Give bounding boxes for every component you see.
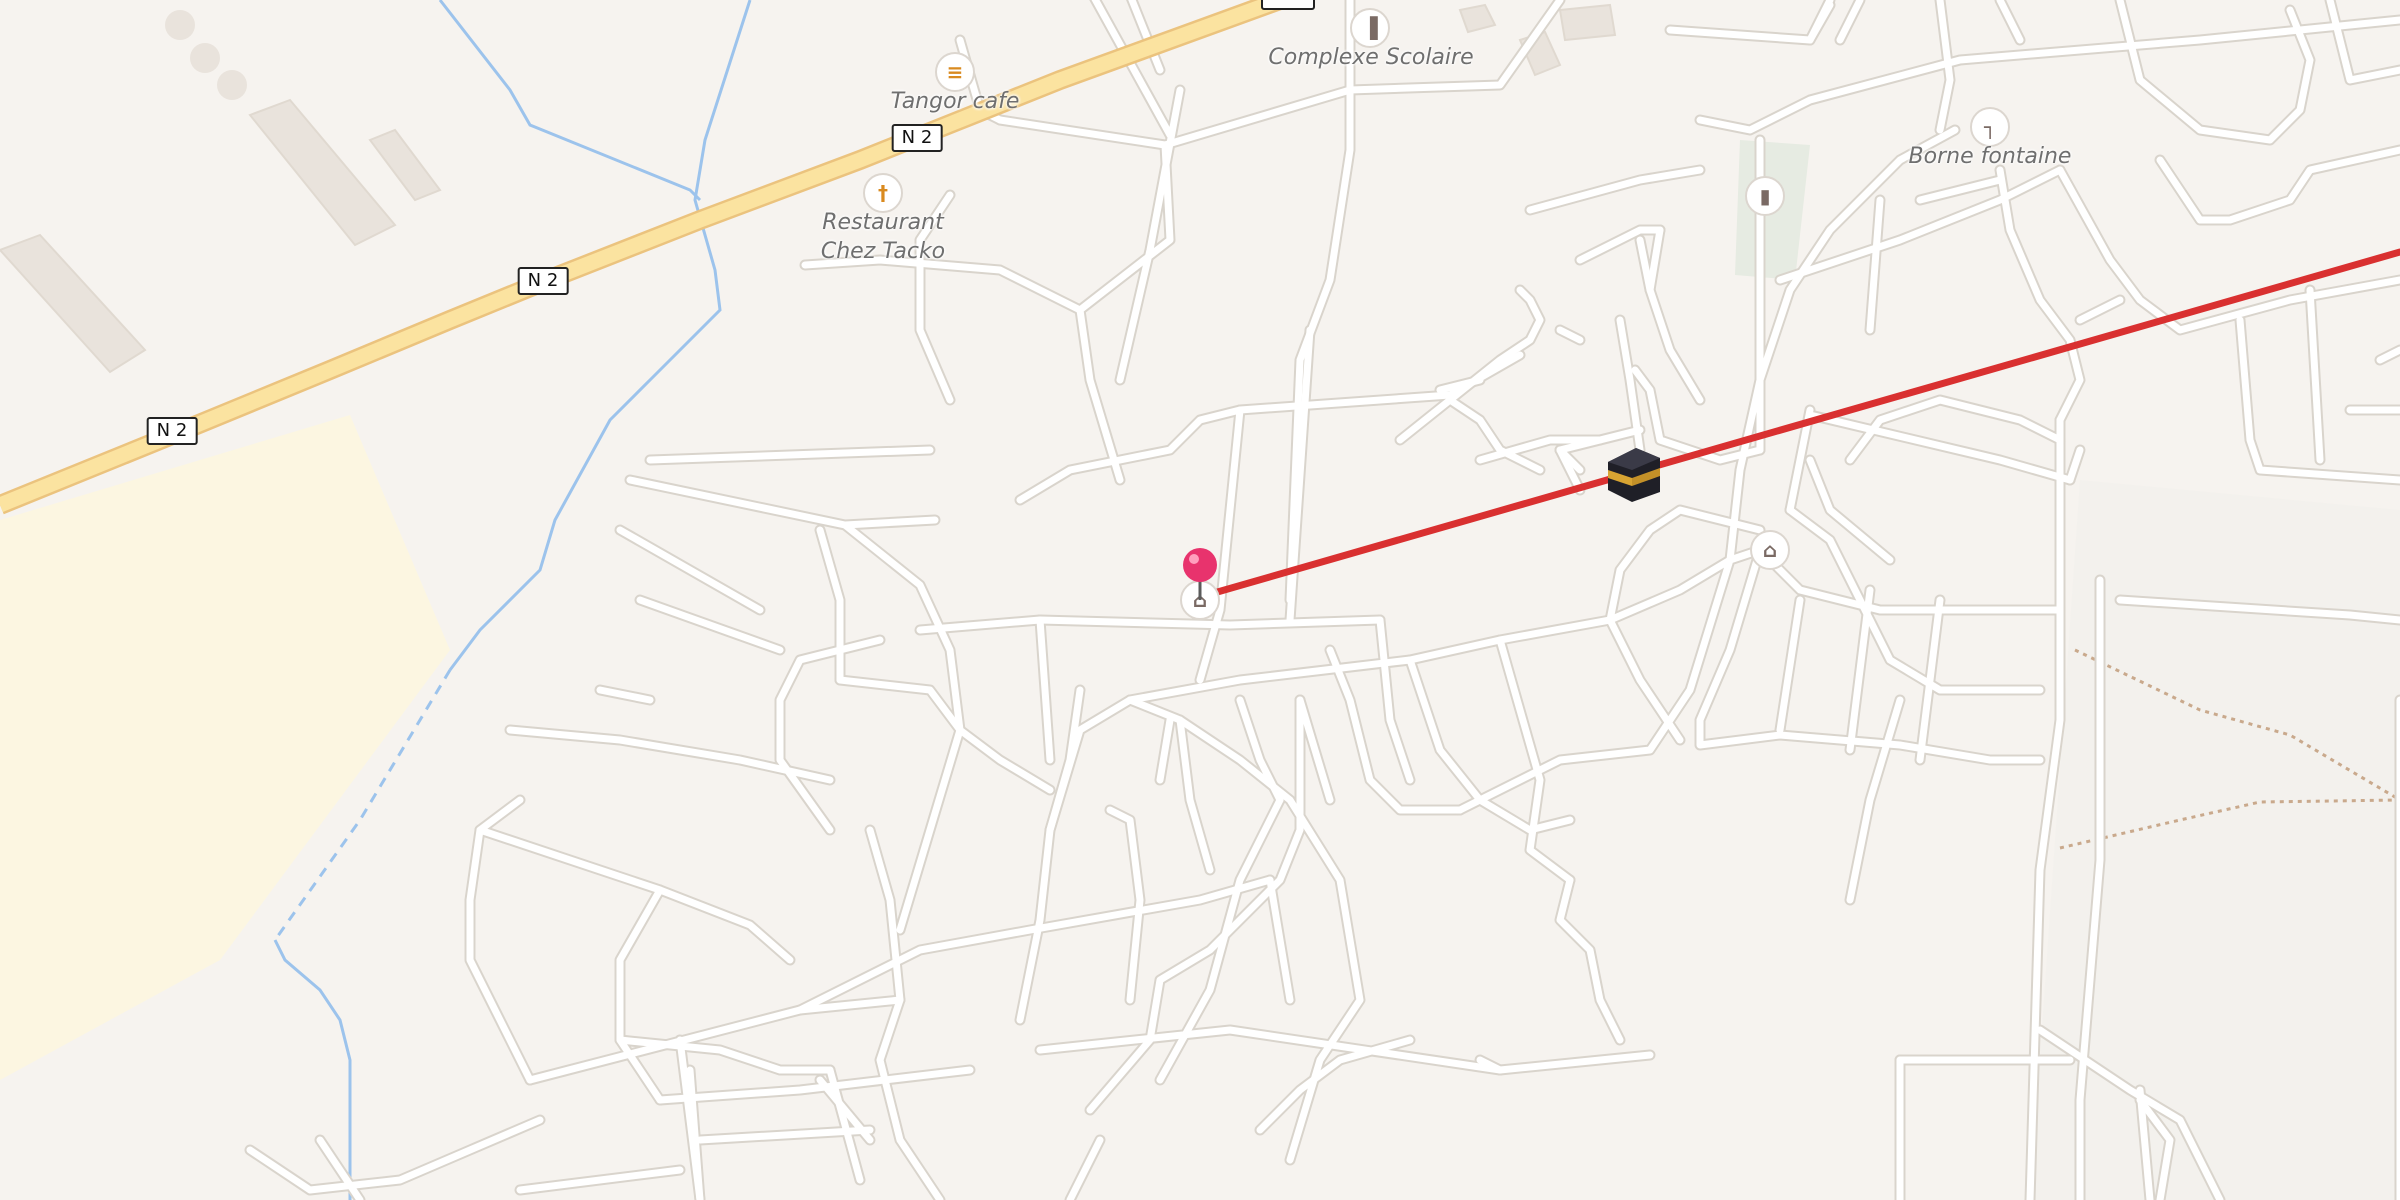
storage-tank: [217, 70, 247, 100]
storage-tank: [165, 10, 195, 40]
road-shield-partial: [1261, 0, 1315, 10]
street: [896, 726, 964, 934]
street: [2116, 0, 2314, 144]
street: [516, 1166, 684, 1194]
street: [2066, 446, 2084, 484]
kaaba-icon[interactable]: [1608, 448, 1660, 502]
street: [616, 886, 664, 1104]
building: [368, 128, 442, 202]
street: [2114, 0, 2316, 146]
street: [1606, 506, 1764, 624]
svg-text:†: †: [878, 181, 888, 205]
svg-text:⌂: ⌂: [1763, 538, 1777, 562]
building: [0, 233, 147, 374]
street: [1266, 876, 1294, 1004]
storage-tank: [190, 43, 220, 73]
street: [596, 686, 654, 704]
map-canvas[interactable]: ≡†▐┐▮⌂⌂ N 2 N 2 N 2 Tangor cafe Restaura…: [0, 0, 2400, 1200]
street: [1916, 176, 2004, 204]
building: [248, 98, 397, 247]
poi-label-tangor-cafe[interactable]: Tangor cafe: [891, 87, 1020, 116]
svg-text:≡: ≡: [947, 60, 964, 84]
road-shield-n2: N 2: [891, 124, 943, 152]
street: [1236, 696, 1284, 804]
street: [841, 521, 1054, 794]
map-layer[interactable]: ≡†▐┐▮⌂⌂: [0, 0, 2400, 1200]
water-tap-icon[interactable]: ┐: [1970, 107, 2010, 147]
street: [1156, 716, 1174, 784]
street: [646, 446, 934, 464]
sand-area: [0, 415, 450, 1080]
mosque-icon[interactable]: ⌂: [1750, 530, 1790, 570]
street: [246, 1116, 544, 1194]
street: [1866, 196, 1884, 334]
svg-text:┐: ┐: [1983, 115, 1996, 139]
street: [2156, 146, 2400, 224]
street: [2076, 296, 2124, 324]
burger-icon[interactable]: ≡: [935, 52, 975, 92]
street: [1696, 546, 2044, 764]
poi-label-restaurant-chez-tacko[interactable]: Restaurant Chez Tacko: [821, 208, 945, 266]
street: [1804, 454, 1896, 566]
waterway: [438, 0, 702, 202]
street: [1646, 226, 1664, 294]
street: [1996, 0, 2024, 44]
road-shield-n2: N 2: [517, 267, 569, 295]
street: [1376, 616, 1414, 784]
street: [1436, 376, 1484, 394]
road-shield-n2: N 2: [146, 417, 198, 445]
street: [1836, 0, 1864, 44]
school-icon[interactable]: ▐: [1350, 8, 1390, 48]
street: [1556, 326, 1584, 344]
street: [1996, 166, 2084, 424]
street: [1066, 1136, 1104, 1200]
building: [1458, 3, 1497, 34]
building: [1558, 3, 1617, 42]
street: [1666, 0, 1834, 44]
svg-text:▮: ▮: [1759, 184, 1770, 208]
street: [2376, 346, 2400, 364]
street: [1776, 596, 1804, 734]
street: [1526, 166, 1704, 214]
street: [776, 636, 884, 834]
poi-label-borne-fontaine[interactable]: Borne fontaine: [1909, 142, 2072, 171]
street: [2306, 286, 2324, 464]
svg-text:▐: ▐: [1362, 16, 1378, 40]
waste-basket-icon[interactable]: ▮: [1745, 176, 1785, 216]
fork-knife-icon[interactable]: †: [863, 173, 903, 213]
street: [1036, 616, 1054, 764]
poi-label-complexe-scolaire[interactable]: Complexe Scolaire: [1268, 43, 1473, 72]
waterway: [448, 0, 752, 671]
